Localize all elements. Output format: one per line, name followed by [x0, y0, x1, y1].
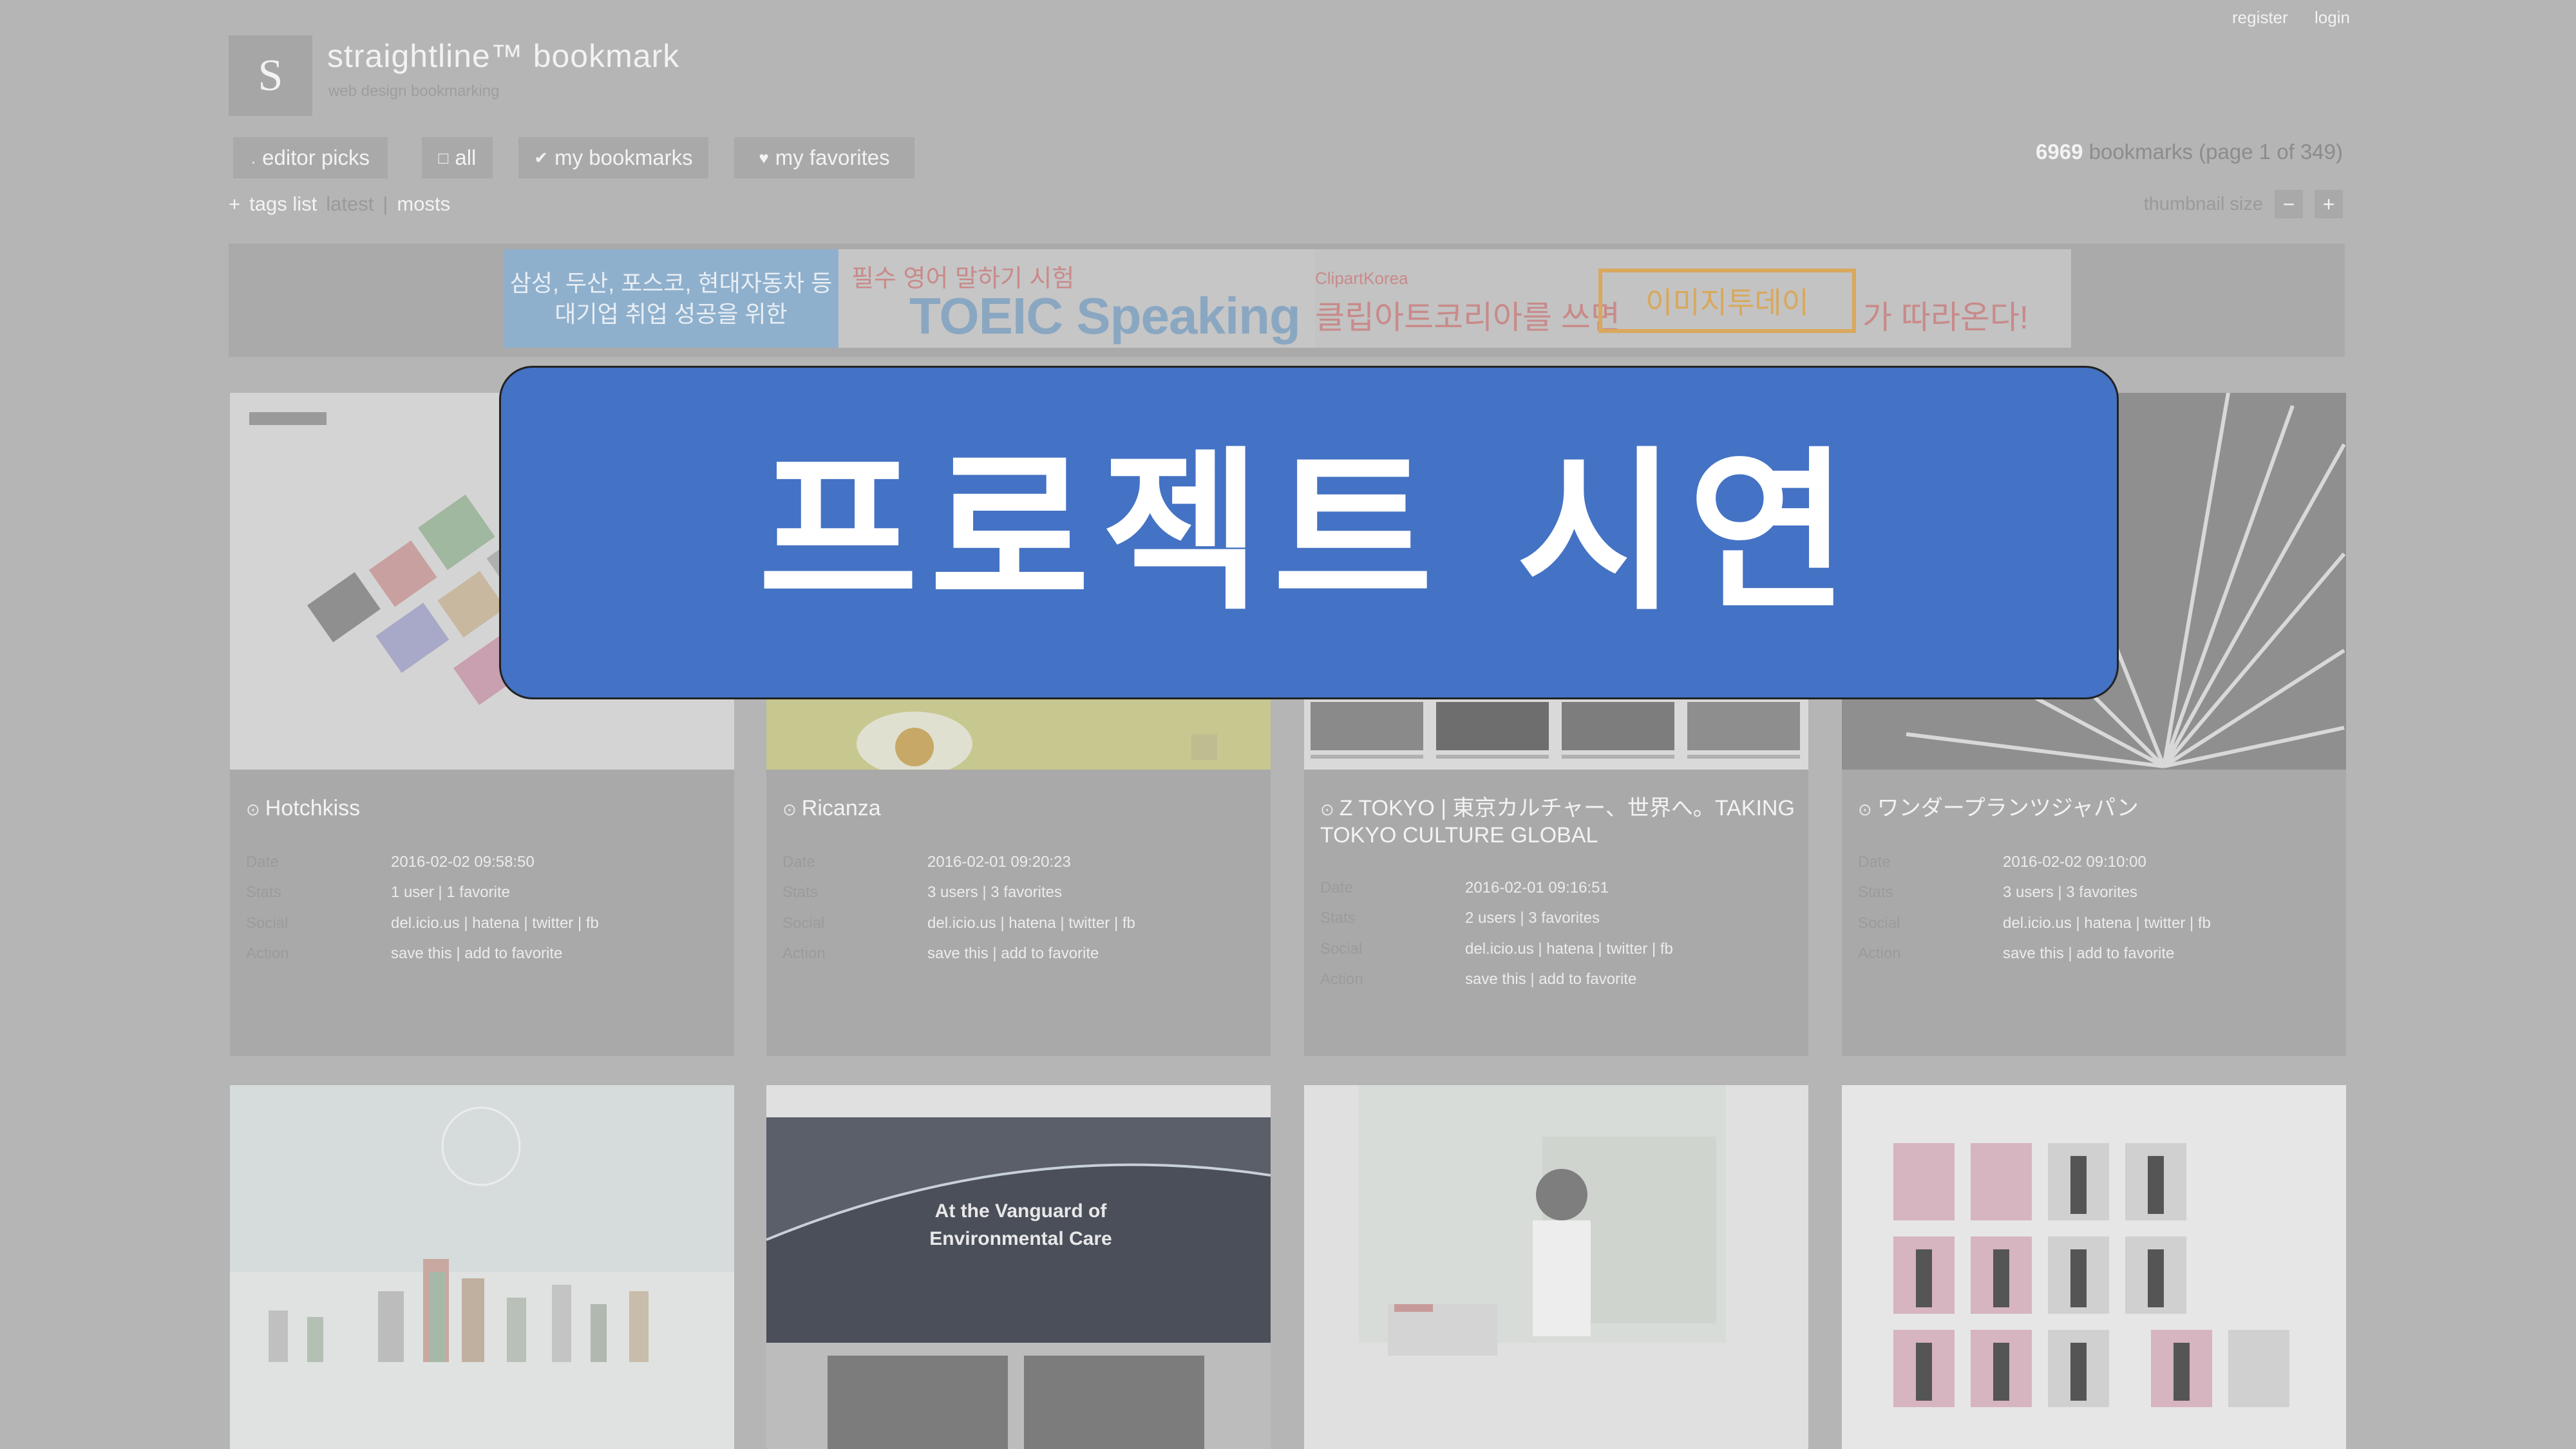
tags-toggle[interactable]: +	[229, 193, 240, 216]
meta-action[interactable]: save this | add to favorite	[2003, 945, 2174, 963]
meta-label: Date	[1320, 879, 1353, 896]
link-icon: ⊙	[246, 800, 260, 819]
meta-date: 2016-02-02 09:10:00	[2003, 853, 2146, 871]
nav-label: all	[455, 146, 477, 169]
nav-label: editor picks	[262, 146, 370, 169]
check-icon: ✔	[534, 147, 549, 167]
bookmark-card-thumbnail[interactable]: At the Vanguard of Environmental Care	[766, 1085, 1271, 1449]
card-title[interactable]: ⊙ Hotchkiss	[246, 795, 723, 822]
nav-my-bookmarks[interactable]: ✔ my bookmarks	[518, 137, 708, 178]
thumbnail-graphic: At the Vanguard of Environmental Care	[766, 1085, 1271, 1449]
link-icon: ⊙	[1320, 800, 1334, 819]
ad-banner-clipart[interactable]: ClipartKorea 클립아트코리아를 쓰면 이미지투데이 가 따라온다!	[1315, 249, 2071, 348]
ad-highlight: 이미지투데이	[1598, 269, 1856, 333]
meta-label: Action	[246, 945, 289, 962]
ad-brand: ClipartKorea	[1315, 269, 1408, 288]
meta-stats[interactable]: 3 users | 3 favorites	[2003, 884, 2137, 902]
meta-label: Date	[782, 853, 815, 871]
bookmark-count-suffix: bookmarks (page 1 of 349)	[2088, 140, 2343, 164]
thumbnail-size-label: thumbnail size	[2143, 193, 2263, 214]
nav-editor-picks[interactable]: . editor picks	[233, 137, 388, 178]
login-link[interactable]: login	[2315, 8, 2350, 28]
thumbnail-graphic	[1842, 1085, 2346, 1449]
thumbnail-larger-button[interactable]: +	[2315, 190, 2343, 218]
ad-text: 가 따라온다!	[1862, 299, 2029, 336]
bookmark-card-thumbnail[interactable]	[1304, 1085, 1808, 1449]
meta-label: Social	[782, 914, 825, 932]
meta-social[interactable]: del.icio.us | hatena | twitter | fb	[927, 914, 1135, 933]
meta-date: 2016-02-02 09:58:50	[391, 853, 535, 871]
nav-my-favorites[interactable]: ♥ my favorites	[734, 137, 914, 178]
meta-stats[interactable]: 3 users | 3 favorites	[927, 884, 1062, 902]
meta-label: Stats	[1320, 909, 1356, 927]
meta-label: Date	[1858, 853, 1891, 871]
all-icon: □	[438, 147, 449, 167]
card-title[interactable]: ⊙ Z TOKYO | 東京カルチャー、世界へ。TAKING TOKYO CULT…	[1320, 795, 1797, 848]
sort-latest[interactable]: latest	[326, 193, 374, 216]
ad-banner-job[interactable]: 삼성, 두산, 포스코, 현대자동차 등 대기업 취업 성공을 위한	[504, 249, 838, 348]
bookmark-card-thumbnail[interactable]	[230, 1085, 734, 1449]
meta-label: Action	[1858, 945, 1901, 962]
ad-banner-toeic[interactable]: 필수 영어 말하기 시험 TOEIC Speaking	[838, 249, 1315, 348]
site-subtitle: web design bookmarking	[328, 82, 500, 100]
meta-social[interactable]: del.icio.us | hatena | twitter | fb	[391, 914, 599, 933]
thumbnail-graphic	[1304, 1085, 1808, 1449]
meta-label: Stats	[782, 884, 818, 901]
meta-label: Social	[1320, 940, 1363, 958]
bookmark-count-number: 6969	[2036, 140, 2083, 164]
card-title-text: Ricanza	[801, 796, 881, 820]
nav-label: my bookmarks	[554, 146, 693, 169]
meta-label: Date	[246, 853, 279, 871]
banner-title: 프로젝트 시연	[758, 431, 1860, 634]
ad-text: 대기업 취업 성공을 위한	[554, 300, 788, 327]
meta-stats[interactable]: 1 user | 1 favorite	[391, 884, 510, 902]
thumbnail-smaller-button[interactable]: −	[2275, 190, 2303, 218]
nav-all[interactable]: □ all	[422, 137, 493, 178]
bookmark-count: 6969 bookmarks (page 1 of 349)	[2036, 140, 2343, 164]
meta-action[interactable]: save this | add to favorite	[391, 945, 562, 963]
meta-label: Stats	[1858, 884, 1893, 901]
meta-action[interactable]: save this | add to favorite	[927, 945, 1099, 963]
meta-date: 2016-02-01 09:20:23	[927, 853, 1071, 871]
meta-label: Action	[782, 945, 826, 962]
bookmark-card-thumbnail[interactable]	[1842, 1085, 2346, 1449]
meta-social[interactable]: del.icio.us | hatena | twitter | fb	[1465, 940, 1673, 958]
nav-label: my favorites	[775, 146, 890, 169]
meta-label: Action	[1320, 971, 1363, 988]
thumbnail-graphic	[230, 1085, 734, 1449]
site-logo[interactable]: S	[229, 35, 312, 116]
meta-action[interactable]: save this | add to favorite	[1465, 971, 1636, 989]
card-title-text: Z TOKYO | 東京カルチャー、世界へ。TAKING TOKYO CULTU…	[1320, 796, 1795, 848]
card-title[interactable]: ⊙ Ricanza	[782, 795, 1259, 822]
site-title[interactable]: straightline™ bookmark	[327, 37, 679, 75]
editor-picks-icon: .	[251, 147, 256, 167]
ad-text: 클립아트코리아를 쓰면	[1315, 299, 1620, 336]
card-title[interactable]: ⊙ ワンダープランツジャパン	[1858, 795, 2334, 822]
thumb-headline: At the Vanguard of	[935, 1200, 1108, 1222]
thumb-headline: Environmental Care	[929, 1228, 1112, 1249]
heart-icon: ♥	[759, 147, 769, 167]
tags-row: + tags list latest | mosts	[229, 188, 450, 220]
meta-label: Social	[246, 914, 289, 932]
meta-date: 2016-02-01 09:16:51	[1465, 879, 1609, 896]
meta-label: Social	[1858, 914, 1900, 932]
card-title-text: ワンダープランツジャパン	[1877, 796, 2139, 820]
meta-social[interactable]: del.icio.us | hatena | twitter | fb	[2003, 914, 2211, 933]
sort-mosts[interactable]: mosts	[397, 193, 450, 216]
thumbnail-size-control: thumbnail size − +	[2144, 188, 2343, 220]
presentation-banner: 프로젝트 시연	[499, 366, 2119, 699]
tags-list-link[interactable]: tags list	[249, 193, 317, 216]
card-title-text: Hotchkiss	[265, 796, 361, 820]
meta-stats[interactable]: 2 users | 3 favorites	[1465, 909, 1600, 927]
ad-text: 삼성, 두산, 포스코, 현대자동차 등	[509, 269, 833, 296]
link-icon: ⊙	[1858, 800, 1872, 819]
link-icon: ⊙	[782, 800, 797, 819]
meta-label: Stats	[246, 884, 281, 901]
register-link[interactable]: register	[2232, 8, 2288, 28]
sort-divider: |	[383, 193, 388, 215]
ad-headline: TOEIC Speaking	[909, 287, 1301, 345]
